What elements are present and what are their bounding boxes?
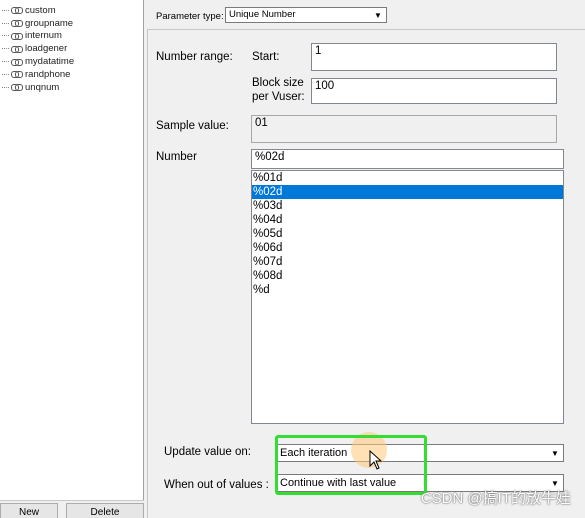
number-format-option[interactable]: %03d [252,199,563,213]
parameter-type-select[interactable]: Unique Number ▼ [225,7,387,23]
parameter-tree: custom groupname internum loadgener mydatati… [2,4,74,94]
number-format-option[interactable]: %01d [252,171,563,185]
parameter-link-icon [11,71,23,79]
parameter-link-icon [11,32,23,40]
start-label: Start: [252,51,280,63]
update-value-label: Update value on: [164,446,251,458]
delete-button[interactable]: Delete [66,503,144,518]
parameter-type-label: Parameter type: [156,11,224,22]
tree-item[interactable]: internum [2,30,74,43]
block-size-label-line1: Block size [252,77,304,89]
tree-item[interactable]: mydatatime [2,55,74,68]
tree-connector [2,35,9,37]
update-value-selected: Each iteration [280,447,348,459]
tree-item-label: randphone [25,68,71,80]
tree-item-label: mydatatime [25,56,75,68]
tree-item-label: internum [25,30,62,42]
block-size-label-line2: per Vuser: [252,91,305,103]
tree-connector [2,9,9,11]
number-format-input[interactable]: %02d [251,149,564,169]
tree-item[interactable]: randphone [2,68,74,81]
parameter-type-value: Unique Number [229,9,296,20]
tree-item[interactable]: custom [2,4,74,17]
tree-connector [2,86,9,88]
tree-item[interactable]: groupname [2,17,74,30]
tree-item[interactable]: unqnum [2,81,74,94]
parameter-link-icon [11,7,23,15]
parameter-link-icon [11,58,23,66]
tree-connector [2,48,9,50]
number-format-label: Number [156,151,197,163]
tree-item-label: unqnum [25,81,60,93]
new-button[interactable]: New [0,503,58,518]
tree-item-label: loadgener [25,43,68,55]
number-format-option[interactable]: %06d [252,241,563,255]
update-value-select[interactable]: Each iteration ▼ [276,444,564,462]
tree-item-label: custom [25,4,56,16]
number-format-option[interactable]: %07d [252,255,563,269]
panel-divider [147,30,148,518]
tree-connector [2,73,9,75]
sample-value-field: 01 [251,115,557,143]
tree-connector [2,22,9,24]
left-button-bar: New Delete [0,500,144,518]
number-format-option[interactable]: %08d [252,269,563,283]
number-format-option[interactable]: %05d [252,227,563,241]
tree-item[interactable]: loadgener [2,42,74,55]
number-format-option[interactable]: %04d [252,213,563,227]
parameter-link-icon [11,84,23,92]
tree-item-label: groupname [25,17,74,29]
sample-value-label: Sample value: [156,120,229,132]
parameter-type-bar: Parameter type: Unique Number ▼ [147,0,585,30]
mouse-pointer-icon [369,450,383,470]
chevron-down-icon[interactable]: ▼ [371,9,385,21]
number-format-option[interactable]: %d [252,283,563,297]
out-of-values-selected: Continue with last value [280,477,397,489]
number-format-option[interactable]: %02d [252,185,563,199]
number-range-label: Number range: [156,51,233,63]
parameter-link-icon [11,45,23,53]
tree-connector [2,61,9,63]
number-format-list[interactable]: %01d %02d %03d %04d %05d %06d %07d %08d %d [251,170,564,424]
out-of-values-label: When out of values : [164,479,269,491]
parameter-tree-panel: custom groupname internum loadgener mydatati… [0,0,144,518]
start-input[interactable]: 1 [311,43,557,71]
watermark-text: CSDN @搞IT的放牛娃 [420,490,571,507]
chevron-down-icon[interactable]: ▼ [548,446,562,460]
block-size-input[interactable]: 100 [311,78,557,104]
parameter-link-icon [11,20,23,28]
